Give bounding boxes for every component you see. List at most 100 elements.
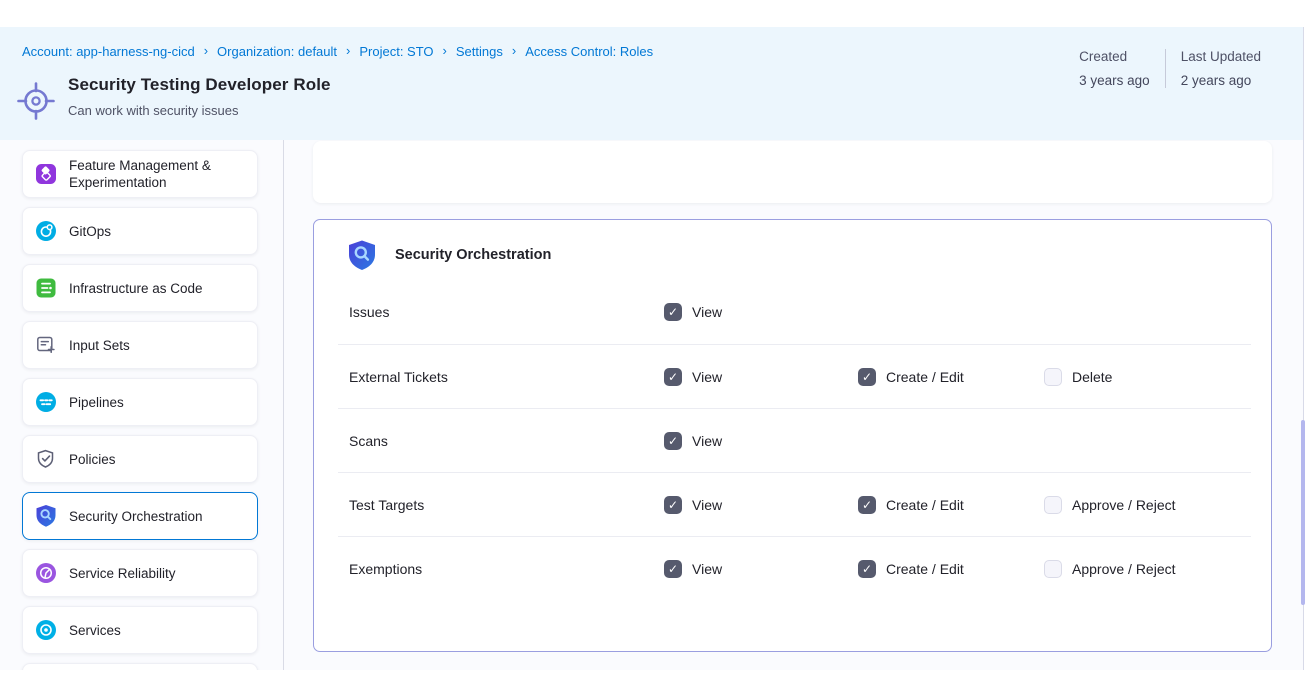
last-updated-label: Last Updated	[1181, 49, 1261, 64]
permission-label: Approve / Reject	[1072, 497, 1176, 513]
permission-cell: Approve / Reject	[1044, 560, 1251, 578]
sidebar-item-pipelines[interactable]: Pipelines	[22, 378, 258, 426]
role-details-page: Account: app-harness-ng-cicd › Organizatio…	[0, 0, 1311, 696]
sidebar-divider	[283, 140, 284, 670]
permission-cell: ✓ Create / Edit	[858, 368, 1044, 386]
permission-label: Create / Edit	[886, 561, 964, 577]
created-label: Created	[1079, 49, 1150, 64]
role-permissions-body: Feature Management & Experimentation Git…	[0, 140, 1303, 670]
sidebar-item-label: Security Orchestration	[69, 508, 203, 525]
breadcrumb-item-organization[interactable]: Organization: default	[217, 44, 337, 59]
sidebar-item-label: Pipelines	[69, 394, 124, 411]
last-updated-meta: Last Updated 2 years ago	[1181, 49, 1261, 88]
sidebar-item-label: Feature Management & Experimentation	[69, 157, 245, 191]
breadcrumb-separator-icon: ›	[346, 43, 350, 58]
sidebar-item-feature-management-experimentation[interactable]: Feature Management & Experimentation	[22, 150, 258, 198]
permission-label: Create / Edit	[886, 497, 964, 513]
breadcrumb: Account: app-harness-ng-cicd › Organizatio…	[22, 44, 653, 59]
permission-row-external-tickets: External Tickets ✓ View ✓ Create / Edit Dele…	[338, 344, 1251, 408]
input-sets-icon	[35, 334, 57, 356]
role-target-icon	[14, 79, 58, 123]
view-checkbox[interactable]: ✓	[664, 303, 682, 321]
delete-checkbox[interactable]	[1044, 368, 1062, 386]
services-icon	[35, 619, 57, 641]
view-checkbox[interactable]: ✓	[664, 432, 682, 450]
section-title: Security Orchestration	[395, 247, 551, 263]
sidebar-item-service-reliability[interactable]: Service Reliability	[22, 549, 258, 597]
sidebar-item-input-sets[interactable]: Input Sets	[22, 321, 258, 369]
permission-label: View	[692, 304, 722, 320]
permission-row-issues: Issues ✓ View	[338, 280, 1251, 344]
permission-row-scans: Scans ✓ View	[338, 408, 1251, 472]
sidebar-item-label: Policies	[69, 451, 116, 468]
sidebar-item-label: Infrastructure as Code	[69, 280, 203, 297]
permission-label: Create / Edit	[886, 369, 964, 385]
meta-divider	[1165, 49, 1166, 88]
resource-label: Exemptions	[349, 561, 664, 577]
breadcrumb-separator-icon: ›	[512, 43, 516, 58]
permission-cell: Approve / Reject	[1044, 496, 1251, 514]
permission-cell: ✓ View	[664, 368, 858, 386]
page-subtitle: Can work with security issues	[68, 103, 331, 118]
page-title: Security Testing Developer Role	[68, 75, 331, 95]
permission-cell: ✓ View	[664, 560, 858, 578]
permission-label: Delete	[1072, 369, 1112, 385]
permission-cell: ✓ View	[664, 496, 858, 514]
breadcrumb-separator-icon: ›	[443, 43, 447, 58]
permission-label: View	[692, 433, 722, 449]
feature-flags-icon	[35, 163, 57, 185]
permission-label: View	[692, 497, 722, 513]
resource-label: Scans	[349, 433, 664, 449]
sidebar-item-gitops[interactable]: GitOps	[22, 207, 258, 255]
security-orchestration-card: Security Orchestration Issues ✓ View Exte…	[313, 219, 1272, 652]
create-edit-checkbox[interactable]: ✓	[858, 496, 876, 514]
role-meta: Created 3 years ago Last Updated 2 years…	[1079, 49, 1261, 88]
resource-label: External Tickets	[349, 369, 664, 385]
sidebar-item-partial[interactable]	[22, 663, 258, 670]
approve-reject-checkbox[interactable]	[1044, 496, 1062, 514]
last-updated-value: 2 years ago	[1181, 73, 1261, 88]
sto-shield-icon	[35, 505, 57, 527]
sidebar-item-infrastructure-as-code[interactable]: Infrastructure as Code	[22, 264, 258, 312]
permission-label: Approve / Reject	[1072, 561, 1176, 577]
breadcrumb-item-account[interactable]: Account: app-harness-ng-cicd	[22, 44, 195, 59]
permission-cell: Delete	[1044, 368, 1251, 386]
view-checkbox[interactable]: ✓	[664, 560, 682, 578]
breadcrumb-item-settings[interactable]: Settings	[456, 44, 503, 59]
sidebar-item-services[interactable]: Services	[22, 606, 258, 654]
sidebar-item-label: Input Sets	[69, 337, 130, 354]
permission-label: View	[692, 369, 722, 385]
resource-label: Test Targets	[349, 497, 664, 513]
sidebar-item-policies[interactable]: Policies	[22, 435, 258, 483]
pipelines-icon	[35, 391, 57, 413]
sidebar-item-label: GitOps	[69, 223, 111, 240]
policies-icon	[35, 448, 57, 470]
breadcrumb-item-project[interactable]: Project: STO	[359, 44, 433, 59]
permission-row-exemptions: Exemptions ✓ View ✓ Create / Edit Approve / …	[338, 536, 1251, 600]
section-header: Security Orchestration	[314, 220, 1271, 280]
create-edit-checkbox[interactable]: ✓	[858, 560, 876, 578]
permission-cell: ✓ View	[664, 432, 858, 450]
sidebar-item-security-orchestration[interactable]: Security Orchestration	[22, 492, 258, 540]
permission-label: View	[692, 561, 722, 577]
breadcrumb-item-access-control[interactable]: Access Control: Roles	[525, 44, 653, 59]
permission-cell: ✓ Create / Edit	[858, 560, 1044, 578]
resource-category-list: Feature Management & Experimentation Git…	[22, 150, 258, 670]
srm-icon	[35, 562, 57, 584]
previous-category-card	[313, 141, 1272, 203]
view-checkbox[interactable]: ✓	[664, 368, 682, 386]
gitops-icon	[35, 220, 57, 242]
iacm-icon	[35, 277, 57, 299]
approve-reject-checkbox[interactable]	[1044, 560, 1062, 578]
view-checkbox[interactable]: ✓	[664, 496, 682, 514]
permission-cell: ✓ Create / Edit	[858, 496, 1044, 514]
breadcrumb-separator-icon: ›	[204, 43, 208, 58]
permission-row-test-targets: Test Targets ✓ View ✓ Create / Edit Approve …	[338, 472, 1251, 536]
created-meta: Created 3 years ago	[1079, 49, 1150, 88]
resource-label: Issues	[349, 304, 664, 320]
permission-cell: ✓ View	[664, 303, 858, 321]
create-edit-checkbox[interactable]: ✓	[858, 368, 876, 386]
sidebar-item-label: Services	[69, 622, 121, 639]
page-scrollbar-thumb[interactable]	[1301, 420, 1305, 605]
sidebar-item-label: Service Reliability	[69, 565, 176, 582]
